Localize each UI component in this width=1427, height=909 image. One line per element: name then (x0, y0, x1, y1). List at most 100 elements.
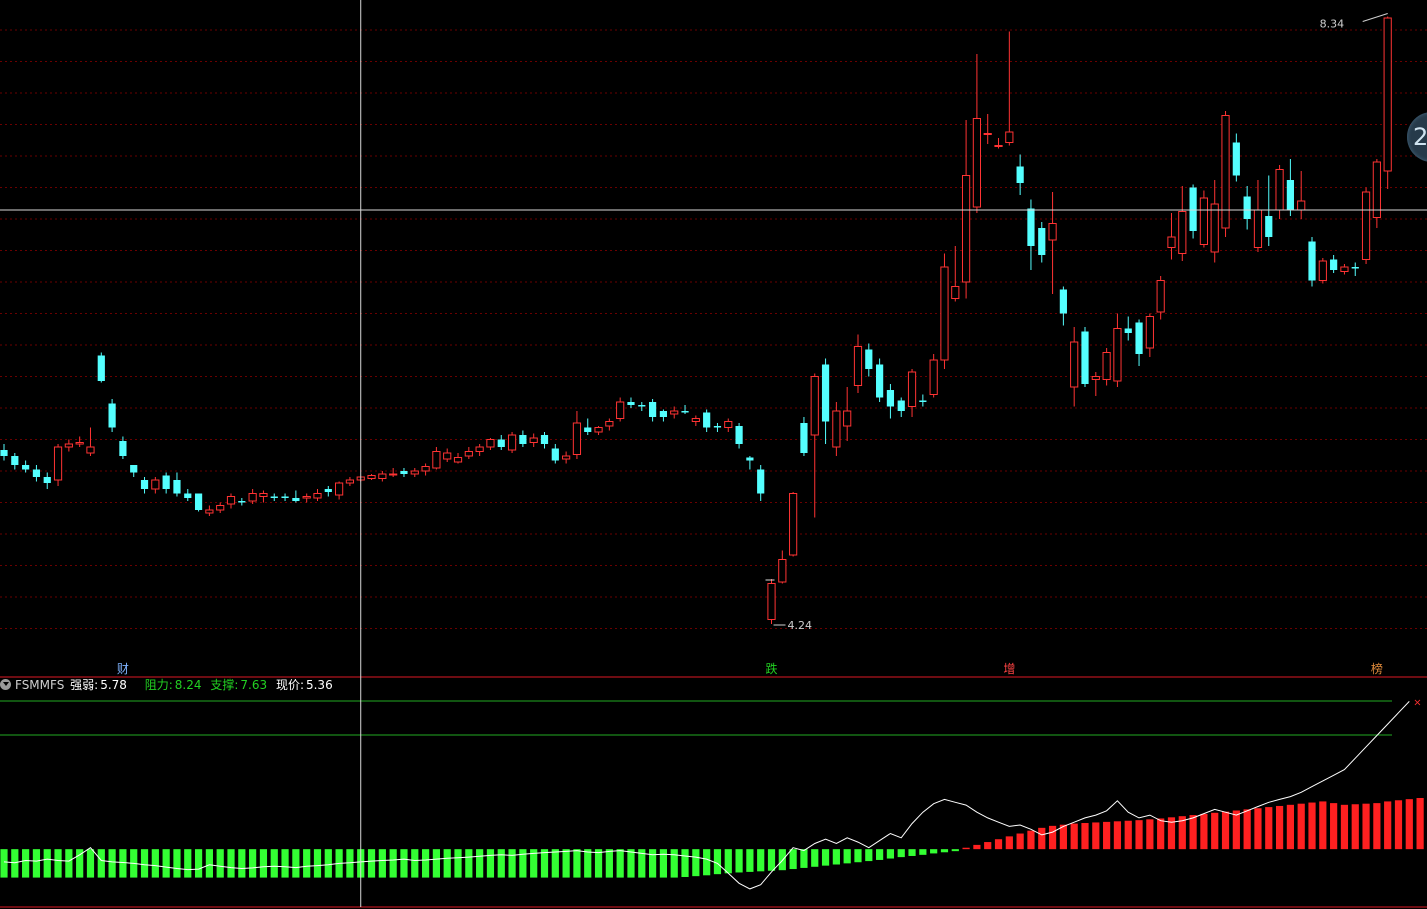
indicator-bar-negative (303, 849, 311, 878)
candle-body-up (572, 422, 582, 455)
resistance-label: 阻力: (144, 678, 173, 692)
indicator-bar-negative (97, 849, 105, 878)
indicator-bar-negative (313, 849, 322, 878)
indicator-bar-negative (378, 849, 386, 878)
indicator-bar-negative (454, 849, 462, 878)
indicator-bar-negative (692, 849, 700, 877)
indicator-bar-positive (1070, 823, 1078, 850)
candle-body-down (865, 349, 873, 369)
indicator-bar-negative (108, 849, 116, 878)
indicator-bar-negative (703, 849, 711, 876)
indicator-bar-negative (681, 849, 689, 878)
indicator-bar-positive (1189, 815, 1197, 850)
indicator-bar-positive (1081, 823, 1089, 850)
candle-body-up (1275, 169, 1284, 211)
candlestick-chart[interactable]: × 8.34 4.24 财 跌 增 榜 (0, 0, 1427, 909)
event-marker: 跌 (766, 661, 778, 676)
candle-body-up (940, 266, 949, 361)
indicator-bar-negative (281, 849, 289, 878)
candle-body-up (443, 452, 452, 460)
support-label: 支撑: (210, 678, 239, 692)
candle-body-down (551, 448, 559, 461)
indicator-bar-positive (1254, 808, 1262, 850)
candle-body-down (1124, 328, 1132, 333)
candle-body-up (1167, 236, 1176, 248)
candle-body-down (238, 501, 246, 503)
indicator-bar-negative (616, 849, 624, 878)
indicator-bar-positive (1340, 804, 1349, 850)
indicator-bar-negative (811, 849, 819, 867)
indicator-bar-negative (865, 849, 873, 862)
candle-body-up (529, 437, 538, 443)
candle-body-down (119, 441, 127, 456)
candle-body-down (746, 457, 754, 461)
indicator-bar-negative (627, 849, 635, 878)
candle-body-down (681, 411, 689, 413)
indicator-bar-negative (713, 849, 722, 875)
indicator-bar-positive (1146, 819, 1154, 850)
indicator-bar-positive (1265, 807, 1273, 850)
indicator-bar-negative (551, 849, 559, 878)
candle-body-up (1199, 197, 1209, 245)
indicator-bar-positive (1232, 810, 1240, 850)
indicator-bar-negative (919, 849, 927, 855)
candle-body-up (810, 376, 819, 436)
candle-body-up (507, 434, 517, 451)
candle-body-up (216, 505, 225, 511)
support-value: 7.63 (240, 678, 268, 692)
candle-body-up (767, 583, 776, 620)
indicator-bar-negative (54, 849, 62, 878)
candle-body-down (108, 403, 116, 428)
candle-body-up (594, 427, 603, 433)
candle-body-up (832, 410, 841, 448)
candle-body-down (1351, 267, 1359, 269)
candle-body-down (821, 364, 830, 422)
indicator-bar-positive (1416, 798, 1424, 850)
indicator-bar-positive (1048, 825, 1057, 850)
candle-body-up (983, 133, 992, 135)
candle-body-down (1135, 322, 1143, 354)
candle-body-down (22, 465, 30, 470)
candle-body-up (670, 410, 679, 415)
candle-body-down (1330, 259, 1338, 270)
indicator-bar-negative (249, 849, 257, 878)
candle-body-up (53, 446, 63, 481)
event-marker: 财 (117, 662, 129, 676)
candle-body-down (1027, 208, 1035, 246)
candle-body-up (1145, 316, 1154, 349)
candle-body-up (302, 496, 311, 499)
candle-body-up (1091, 376, 1100, 380)
indicator-bar-negative (43, 849, 51, 878)
indicator-collapse-icon[interactable] (0, 679, 11, 690)
candle-body-up (691, 418, 700, 422)
indicator-bar-negative (486, 849, 495, 878)
indicator-bar-negative (573, 849, 581, 878)
indicator-bar-negative (789, 849, 797, 870)
candle-body-down (292, 498, 300, 501)
event-marker: 榜 (1371, 661, 1383, 676)
indicator-bar-positive (1103, 821, 1111, 850)
indicator-bar-negative (270, 849, 278, 878)
candle-body-up (75, 442, 84, 445)
candle-body-down (713, 426, 722, 428)
indicator-bar-negative (227, 849, 235, 878)
candle-body-down (184, 493, 192, 498)
strength-label: 强弱: (70, 678, 99, 692)
indicator-bar-negative (22, 849, 30, 878)
candle-body-down (638, 405, 646, 407)
candle-body-down (1059, 289, 1067, 314)
candle-body-up (907, 371, 917, 407)
candle-body-up (929, 359, 938, 395)
indicator-bar-negative (767, 849, 776, 871)
indicator-bar-positive (1200, 813, 1208, 850)
indicator-bar-negative (184, 849, 192, 878)
indicator-bar-negative (32, 849, 41, 878)
indicator-bar-negative (140, 849, 149, 878)
indicator-bar-positive (973, 844, 981, 850)
indicator-bar-negative (670, 849, 678, 878)
candle-body-up (1221, 115, 1230, 229)
candle-body-down (757, 469, 765, 494)
candle-body-up (1178, 211, 1187, 254)
candle-body-down (540, 435, 549, 444)
indicator-bar-negative (821, 849, 830, 866)
